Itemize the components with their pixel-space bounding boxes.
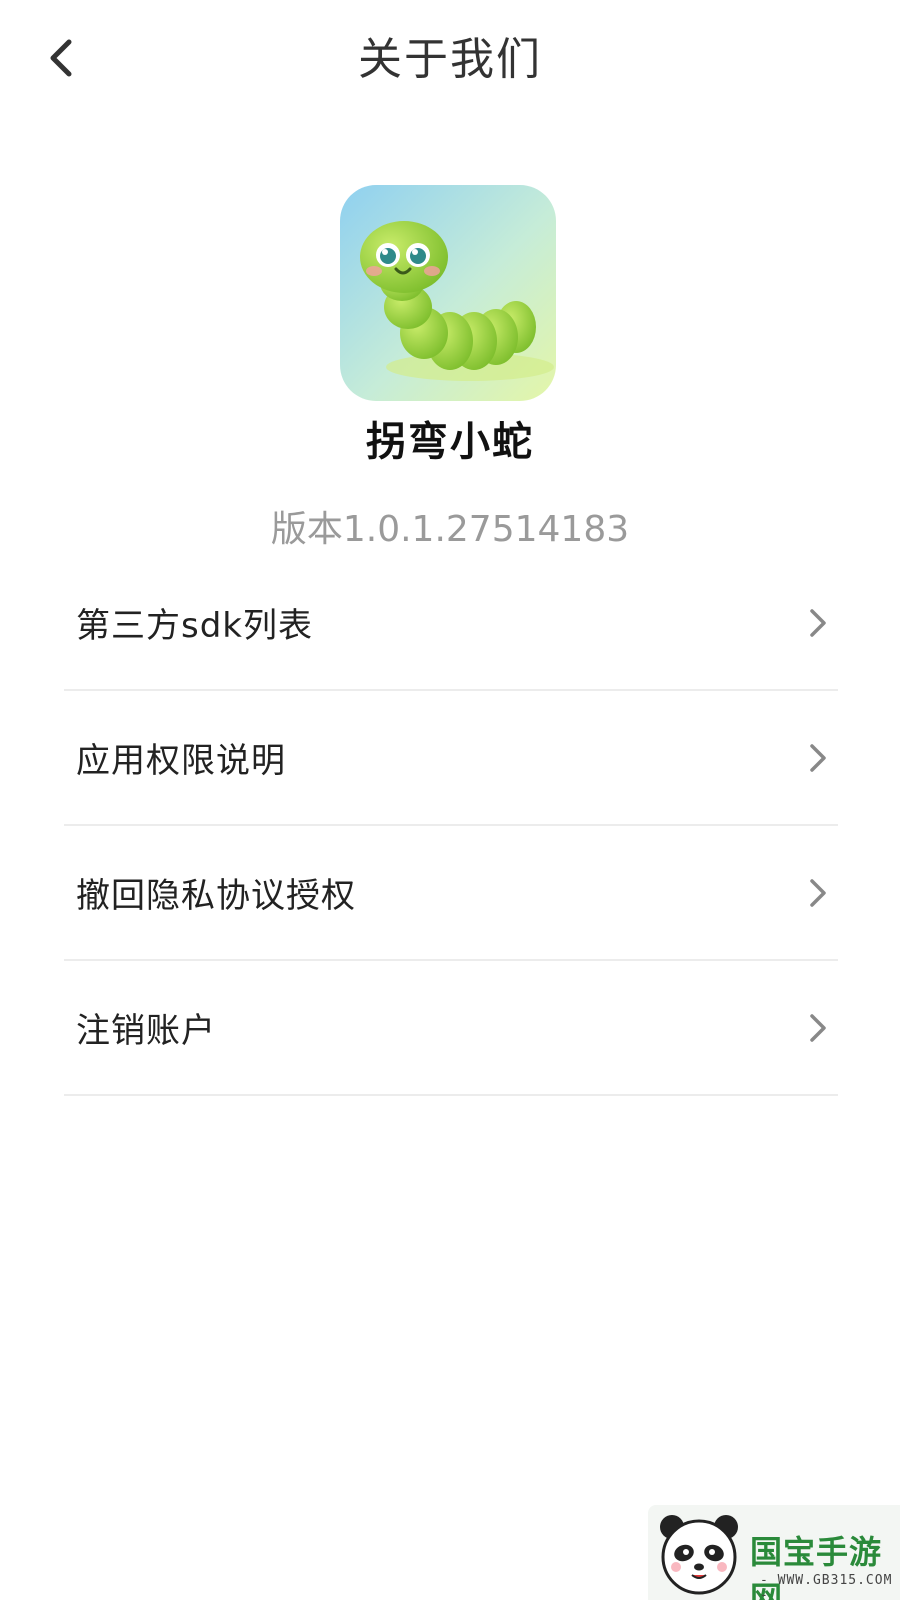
panda-logo-icon [660,1515,738,1595]
app-icon [340,185,556,401]
menu-item-label: 应用权限说明 [76,741,286,781]
watermark: 国宝手游网 - WWW.GB315.COM - [648,1505,900,1600]
about-us-page: 关于我们 拐弯小蛇 版本1.0.1.27514183 第三方sdk列表 应用权限… [0,0,900,1600]
menu-list: 第三方sdk列表 应用权限说明 撤回隐私协议授权 注销账户 [64,556,838,1096]
menu-item-app-permissions[interactable]: 应用权限说明 [64,691,838,826]
menu-item-label: 注销账户 [76,1011,216,1051]
chevron-right-icon [810,1013,826,1042]
menu-item-label: 撤回隐私协议授权 [76,876,356,916]
menu-item-third-party-sdk[interactable]: 第三方sdk列表 [64,556,838,691]
menu-item-label: 第三方sdk列表 [76,606,313,646]
watermark-url: - WWW.GB315.COM - [760,1573,893,1600]
app-version: 版本1.0.1.27514183 [270,509,630,550]
chevron-right-icon [810,878,826,907]
menu-item-delete-account[interactable]: 注销账户 [64,961,838,1096]
page-title: 关于我们 [358,34,542,85]
app-name: 拐弯小蛇 [366,419,534,465]
chevron-right-icon [810,743,826,772]
chevron-right-icon [810,608,826,637]
caterpillar-icon [340,185,556,401]
menu-item-revoke-privacy[interactable]: 撤回隐私协议授权 [64,826,838,961]
